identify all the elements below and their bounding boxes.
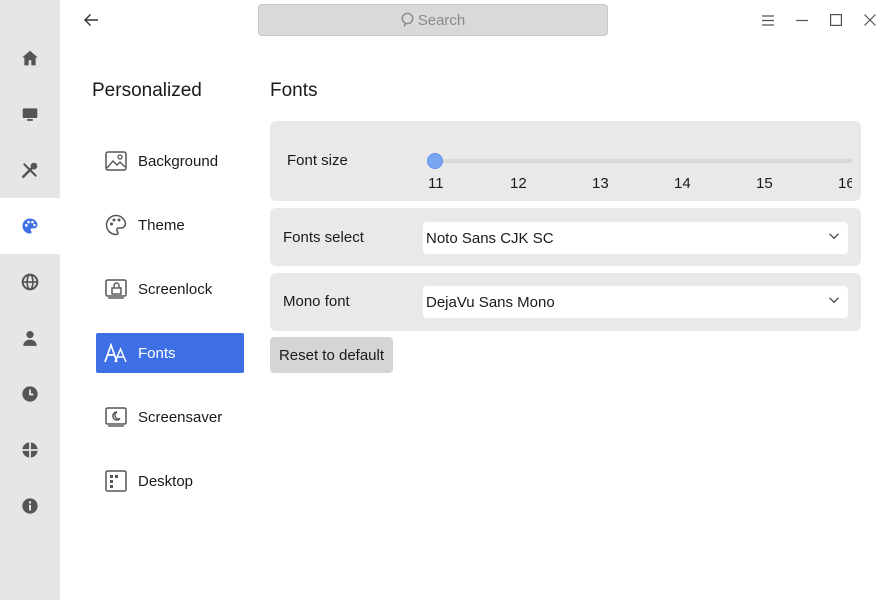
rail-network[interactable] xyxy=(0,254,60,310)
menu-item-label: Screenlock xyxy=(138,280,213,298)
menu-item-screenlock[interactable]: Screenlock xyxy=(96,269,244,309)
fonts-icon xyxy=(104,341,128,365)
screensaver-icon xyxy=(104,405,128,429)
network-icon xyxy=(21,273,39,291)
home-icon xyxy=(22,50,38,66)
theme-icon xyxy=(104,213,128,237)
clock-icon xyxy=(22,386,38,402)
menu-item-screensaver[interactable]: Screensaver xyxy=(96,397,244,437)
fonts-select-label: Fonts select xyxy=(283,229,364,246)
rail-home[interactable] xyxy=(0,30,60,86)
search-box[interactable]: Search xyxy=(258,4,608,36)
page-title: Fonts xyxy=(270,80,318,101)
menu-button[interactable] xyxy=(751,8,785,32)
window-controls xyxy=(751,8,887,32)
menu-item-desktop[interactable]: Desktop xyxy=(96,461,244,501)
menu-item-theme[interactable]: Theme xyxy=(96,205,244,245)
rail-datetime[interactable] xyxy=(0,366,60,422)
display-icon xyxy=(22,108,38,121)
menu-item-label: Fonts xyxy=(138,344,176,362)
desktop-icon xyxy=(104,469,128,493)
hamburger-menu-icon xyxy=(762,14,774,26)
back-button[interactable] xyxy=(78,8,104,32)
tick-label: 13 xyxy=(592,175,609,192)
maximize-button[interactable] xyxy=(819,8,853,32)
user-icon xyxy=(23,331,37,346)
mono-font-dropdown[interactable]: DejaVu Sans Mono xyxy=(423,286,848,318)
rail-accounts[interactable] xyxy=(0,310,60,366)
arrow-left-icon xyxy=(84,14,98,26)
icon-rail xyxy=(0,0,60,600)
menu-item-label: Screensaver xyxy=(138,408,223,426)
font-size-label: Font size xyxy=(287,152,348,169)
info-icon xyxy=(22,498,38,514)
rail-info[interactable] xyxy=(0,478,60,534)
rail-power[interactable] xyxy=(0,422,60,478)
mono-font-label: Mono font xyxy=(283,293,350,310)
tools-icon xyxy=(22,162,38,178)
palette-icon xyxy=(22,218,38,234)
chevron-down-icon xyxy=(829,233,839,240)
fonts-select-value: Noto Sans CJK SC xyxy=(426,229,554,247)
font-size-tick-labels: 11 12 13 14 15 16 xyxy=(420,170,852,198)
mono-font-value: DejaVu Sans Mono xyxy=(426,293,555,311)
screenlock-icon xyxy=(104,277,128,301)
minimize-button[interactable] xyxy=(785,8,819,32)
menu-item-label: Desktop xyxy=(138,472,194,490)
tick-label: 11 xyxy=(428,175,444,192)
close-icon xyxy=(864,14,876,26)
rail-tools[interactable] xyxy=(0,142,60,198)
menu-item-label: Background xyxy=(138,152,219,170)
section-title: Personalized xyxy=(92,80,202,101)
close-button[interactable] xyxy=(853,8,887,32)
rail-personalization[interactable] xyxy=(0,198,60,254)
maximize-icon xyxy=(830,14,842,26)
rail-display[interactable] xyxy=(0,86,60,142)
font-size-slider-thumb[interactable] xyxy=(427,153,443,169)
font-size-slider-track[interactable] xyxy=(434,159,852,163)
tick-label: 16 xyxy=(838,175,852,192)
tick-label: 12 xyxy=(510,175,527,192)
tick-label: 15 xyxy=(756,175,773,192)
menu-item-background[interactable]: Background xyxy=(96,141,244,181)
search-placeholder: Search xyxy=(417,11,466,29)
minimize-icon xyxy=(796,19,808,22)
tick-label: 14 xyxy=(674,175,691,192)
chevron-down-icon xyxy=(829,297,839,304)
search-icon xyxy=(401,12,414,27)
power-icon xyxy=(22,442,38,458)
image-icon xyxy=(104,149,128,173)
fonts-select-dropdown[interactable]: Noto Sans CJK SC xyxy=(423,222,848,254)
menu-item-fonts[interactable]: Fonts xyxy=(96,333,244,373)
reset-to-default-button[interactable]: Reset to default xyxy=(270,337,393,373)
menu-item-label: Theme xyxy=(138,216,185,234)
